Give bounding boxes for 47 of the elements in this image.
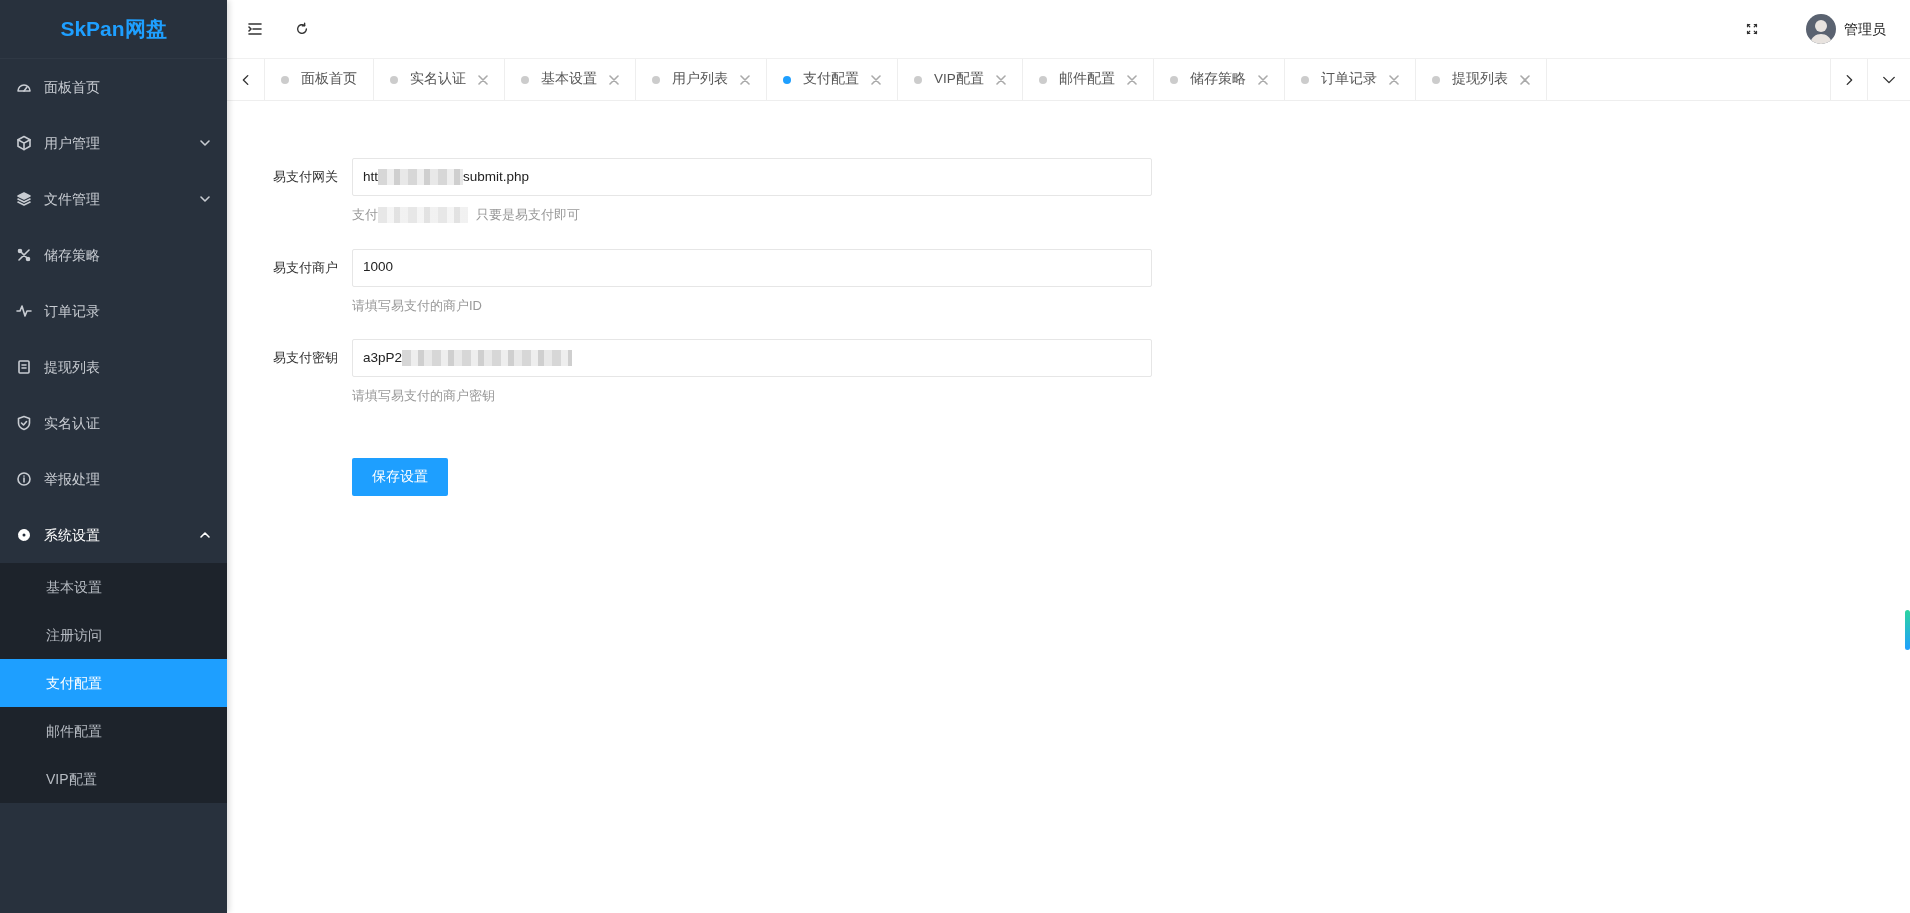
submenu-item[interactable]: VIP配置	[0, 755, 227, 803]
info-icon	[16, 471, 32, 487]
tools-icon	[16, 247, 32, 263]
submenu-item[interactable]: 注册访问	[0, 611, 227, 659]
sidebar-item[interactable]: 面板首页	[0, 59, 227, 115]
help-text: 只要是易支付即可	[476, 206, 580, 224]
sidebar-item[interactable]: 储存策略	[0, 227, 227, 283]
user-name[interactable]: 管理员	[1844, 18, 1886, 40]
input-field[interactable]: htt submit.php	[352, 158, 1152, 196]
sidebar-item[interactable]: 举报处理	[0, 451, 227, 507]
menu-icon	[247, 21, 263, 37]
layers-icon	[16, 191, 32, 207]
close-icon[interactable]	[740, 74, 750, 85]
scroll-right-button[interactable]	[1830, 59, 1868, 100]
sidebar-item[interactable]: 实名认证	[0, 395, 227, 451]
field-label: 易支付网关	[272, 168, 339, 186]
sidebar-item[interactable]: 提现列表	[0, 339, 227, 395]
sidebar-item[interactable]: 文件管理	[0, 171, 227, 227]
help-text: 支付	[352, 206, 378, 224]
close-icon[interactable]	[995, 74, 1006, 85]
help-text: 请填写易支付的商户密钥	[352, 387, 495, 405]
field-label: 易支付密钥	[272, 349, 339, 367]
shield-icon	[16, 415, 32, 431]
clipboard-icon	[16, 359, 32, 375]
input-field[interactable]: a3pP2	[352, 339, 1152, 377]
sidebar-item[interactable]: 系统设置	[0, 507, 227, 563]
submenu-item[interactable]: 邮件配置	[0, 707, 227, 755]
app-logo: SkPan网盘	[0, 0, 227, 59]
close-icon[interactable]	[478, 74, 488, 85]
pulse-icon	[16, 303, 32, 319]
close-icon[interactable]	[609, 74, 619, 85]
input-field[interactable]: 1000	[352, 248, 1152, 287]
close-icon[interactable]	[1257, 74, 1268, 85]
help-text: 请填写易支付的商户ID	[352, 296, 482, 315]
submenu-item[interactable]: 基本设置	[0, 563, 227, 611]
field-label: 易支付商户	[272, 258, 339, 277]
avatar[interactable]	[1806, 14, 1836, 44]
close-icon[interactable]	[871, 74, 881, 85]
sidebar-item[interactable]: 订单记录	[0, 283, 227, 339]
cube-icon	[16, 135, 32, 151]
fullscreen-icon	[1746, 23, 1758, 35]
scroll-indicator[interactable]	[1905, 610, 1910, 650]
close-icon[interactable]	[1388, 74, 1399, 85]
sidebar-item[interactable]: 用户管理	[0, 115, 227, 171]
refresh-icon	[295, 22, 309, 36]
close-icon[interactable]	[1126, 74, 1137, 85]
close-icon[interactable]	[1519, 74, 1530, 85]
